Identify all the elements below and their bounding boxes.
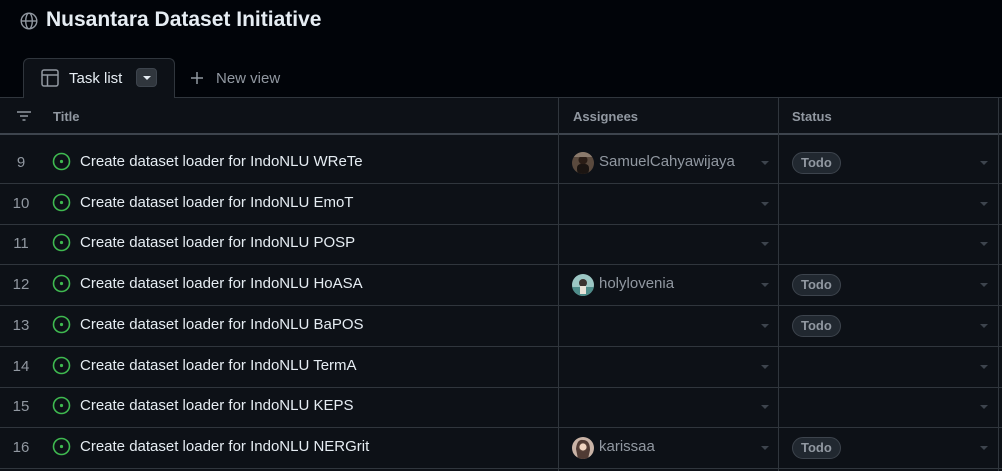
chevron-down-icon	[980, 364, 988, 369]
chevron-down-icon	[980, 242, 988, 247]
row-number: 13	[12, 316, 30, 334]
assignee-cell[interactable]: holylovenia	[559, 265, 778, 305]
issue-title-link[interactable]: Create dataset loader for IndoNLU HoASA	[80, 275, 363, 292]
globe-icon	[20, 12, 38, 30]
table-row[interactable]: 12 Create dataset loader for IndoNLU HoAS…	[0, 265, 1002, 307]
avatar	[572, 152, 594, 174]
status-cell[interactable]: Todo	[779, 306, 999, 346]
issue-opened-icon	[52, 437, 71, 456]
assignee-cell[interactable]	[559, 184, 778, 224]
chevron-down-icon	[143, 76, 151, 80]
chevron-down-icon	[980, 445, 988, 450]
avatar	[572, 274, 594, 297]
assignee-cell[interactable]: SamuelCahyawijaya	[559, 143, 778, 183]
status-badge: Todo	[792, 314, 841, 337]
chevron-down-icon	[980, 201, 988, 206]
row-number: 9	[16, 154, 26, 171]
row-number: 10	[12, 194, 30, 212]
table-row[interactable]: 14 Create dataset loader for IndoNLU Term…	[0, 347, 1002, 388]
chevron-down-icon	[761, 283, 769, 288]
issue-opened-icon	[52, 234, 71, 252]
issue-opened-icon	[52, 152, 71, 171]
issue-title-link[interactable]: Create dataset loader for IndoNLU NERGri…	[80, 438, 369, 455]
status-cell[interactable]	[779, 184, 999, 224]
row-number: 14	[12, 357, 30, 375]
table-icon	[41, 69, 59, 87]
table-row[interactable]: 10 Create dataset loader for IndoNLU EmoT	[0, 184, 1002, 225]
new-view-label: New view	[216, 70, 281, 87]
project-header: Nusantara Dataset Initiative	[0, 0, 1002, 44]
status-cell[interactable]	[779, 347, 999, 387]
issue-opened-icon	[52, 315, 71, 334]
column-header-assignees[interactable]: Assignees	[573, 109, 638, 124]
chevron-down-icon	[761, 364, 769, 369]
status-badge: Todo	[792, 152, 841, 174]
issue-title-link[interactable]: Create dataset loader for IndoNLU TermA	[80, 357, 357, 374]
table-row[interactable]: 16 Create dataset loader for IndoNLU NERG…	[0, 428, 1002, 469]
issue-title-link[interactable]: Create dataset loader for IndoNLU KEPS	[80, 397, 354, 414]
table-header: Title Assignees Status	[0, 98, 1002, 135]
table-row[interactable]: 9 Create dataset loader for IndoNLU WReTe…	[0, 143, 1002, 184]
assignee-name: karissaa	[599, 437, 655, 455]
chevron-down-icon	[980, 161, 988, 165]
assignee-cell[interactable]	[559, 306, 778, 346]
column-header-status[interactable]: Status	[792, 109, 832, 124]
status-cell[interactable]	[779, 387, 999, 427]
assignee-name: SamuelCahyawijaya	[599, 153, 735, 170]
assignee-cell[interactable]	[559, 347, 778, 387]
issue-title-link[interactable]: Create dataset loader for IndoNLU POSP	[80, 234, 355, 251]
issue-opened-icon	[52, 193, 71, 211]
issue-opened-icon	[52, 356, 71, 374]
chevron-down-icon	[980, 405, 988, 410]
view-tabs: Task list New view	[0, 58, 1002, 99]
status-cell[interactable]: Todo	[779, 143, 999, 183]
assignee-cell[interactable]	[559, 387, 778, 427]
plus-icon	[191, 72, 203, 84]
chevron-down-icon	[761, 161, 769, 165]
issue-opened-icon	[52, 274, 71, 293]
assignee-cell[interactable]	[559, 224, 778, 264]
row-number: 16	[12, 438, 30, 456]
chevron-down-icon	[980, 283, 988, 288]
assignee-name: holylovenia	[599, 275, 675, 293]
status-cell[interactable]	[779, 224, 999, 264]
status-badge: Todo	[792, 436, 841, 459]
project-title: Nusantara Dataset Initiative	[46, 8, 322, 31]
row-number: 15	[12, 398, 30, 416]
row-number: 11	[13, 235, 29, 253]
column-header-title[interactable]: Title	[53, 109, 80, 124]
status-cell[interactable]: Todo	[779, 265, 999, 305]
chevron-down-icon	[761, 405, 769, 410]
issue-title-link[interactable]: Create dataset loader for IndoNLU EmoT	[80, 194, 353, 211]
task-table: Title Assignees Status 9 Create dataset l…	[0, 98, 1002, 471]
status-cell[interactable]: Todo	[779, 428, 999, 468]
avatar	[572, 436, 594, 459]
tab-task-list[interactable]: Task list	[23, 58, 175, 99]
chevron-down-icon	[761, 323, 769, 328]
chevron-down-icon	[761, 201, 769, 206]
table-row[interactable]: 15 Create dataset loader for IndoNLU KEPS	[0, 387, 1002, 429]
issue-opened-icon	[52, 396, 71, 415]
table-row[interactable]: 13 Create dataset loader for IndoNLU BaPO…	[0, 306, 1002, 347]
filter-icon[interactable]	[15, 107, 33, 125]
issue-title-link[interactable]: Create dataset loader for IndoNLU BaPOS	[80, 316, 364, 333]
chevron-down-icon	[761, 242, 769, 247]
view-options-button[interactable]	[136, 68, 157, 87]
row-number: 12	[12, 276, 30, 294]
chevron-down-icon	[761, 445, 769, 450]
chevron-down-icon	[980, 323, 988, 328]
issue-title-link[interactable]: Create dataset loader for IndoNLU WReTe	[80, 153, 363, 170]
assignee-cell[interactable]: karissaa	[559, 428, 778, 468]
tab-label: Task list	[69, 70, 123, 87]
status-badge: Todo	[792, 274, 841, 297]
table-row[interactable]: 11 Create dataset loader for IndoNLU POSP	[0, 224, 1002, 266]
